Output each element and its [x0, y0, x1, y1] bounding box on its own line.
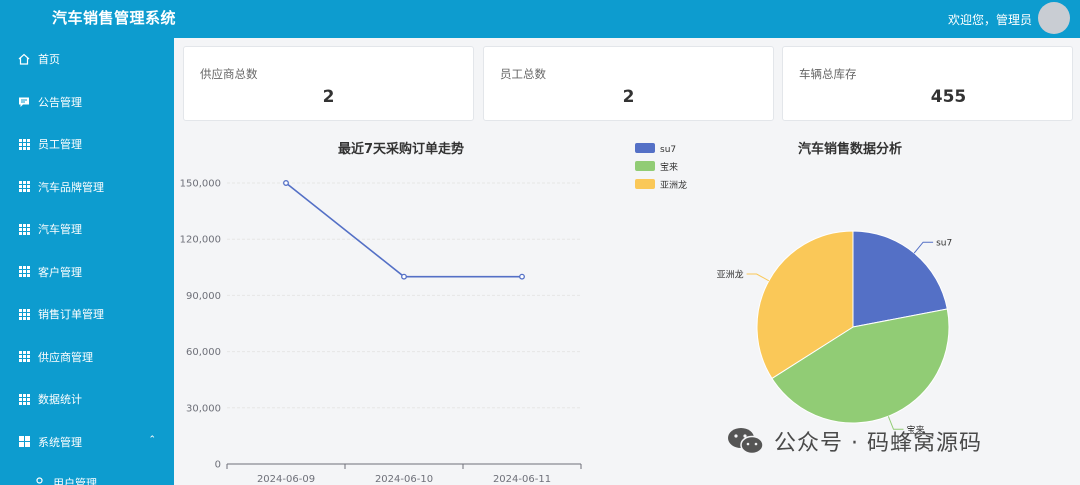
y-tick-label: 0 [215, 460, 221, 471]
grid-icon [18, 308, 30, 320]
pie-label: su7 [936, 239, 952, 249]
sidebar-item-customers[interactable]: 客户管理 [0, 251, 174, 294]
sidebar-item-label: 首页 [38, 53, 60, 67]
x-tick-label: 2024-06-09 [257, 474, 315, 485]
grid-icon [18, 393, 30, 405]
sidebar-subitem-label: 用户管理 [53, 477, 97, 485]
sidebar-item-label: 员工管理 [38, 138, 82, 152]
stat-card-inventory: 车辆总库存 455 [782, 46, 1073, 121]
grid-icon [18, 138, 30, 150]
legend-swatch [635, 179, 655, 189]
data-point [401, 273, 407, 280]
sidebar-item-car-brands[interactable]: 汽车品牌管理 [0, 166, 174, 209]
sidebar-item-home[interactable]: 首页 [0, 38, 174, 81]
sidebar-item-system[interactable]: 系统管理 ⌃ [0, 421, 174, 464]
sidebar-subitem-users[interactable]: 用户管理 [0, 463, 174, 485]
app-title: 汽车销售管理系统 [52, 9, 177, 27]
sidebar-item-announcements[interactable]: 公告管理 [0, 81, 174, 124]
y-tick-label: 120,000 [180, 235, 221, 246]
sidebar-item-label: 公告管理 [38, 95, 82, 109]
grid-icon [18, 266, 30, 278]
welcome-text: 欢迎您，管理员 [947, 13, 1032, 27]
stat-card-suppliers: 供应商总数 2 [183, 46, 474, 121]
sidebar-item-sales-orders[interactable]: 销售订单管理 [0, 293, 174, 336]
watermark: 公众号 · 码蜂窝源码 [726, 421, 982, 461]
stat-label: 车辆总库存 [799, 67, 857, 81]
pie-label-line [746, 273, 770, 282]
y-tick-label: 150,000 [180, 179, 221, 190]
sidebar-item-label: 汽车品牌管理 [38, 180, 104, 194]
legend-label: 宝来 [660, 161, 678, 173]
sidebar-item-label: 系统管理 [38, 435, 82, 449]
legend-label: su7 [660, 145, 676, 155]
y-tick-label: 90,000 [186, 291, 221, 302]
sidebar-item-label: 客户管理 [38, 265, 82, 279]
stat-value: 455 [930, 87, 967, 107]
wechat-icon [726, 426, 766, 456]
sidebar-item-label: 供应商管理 [38, 350, 93, 364]
y-tick-label: 60,000 [186, 347, 221, 358]
grid-icon [18, 181, 30, 193]
pie-label-line [913, 241, 934, 254]
sidebar-item-cars[interactable]: 汽车管理 [0, 208, 174, 251]
sidebar-item-employees[interactable]: 员工管理 [0, 123, 174, 166]
stat-value: 2 [322, 87, 335, 107]
data-point [283, 180, 289, 186]
x-tick-label: 2024-06-11 [493, 474, 551, 485]
legend-label: 亚洲龙 [660, 179, 687, 191]
grid-icon [18, 351, 30, 363]
user-icon [34, 477, 45, 485]
stat-label: 员工总数 [500, 67, 546, 81]
legend-swatch [635, 143, 655, 153]
stat-card-employees: 员工总数 2 [483, 46, 774, 121]
message-icon [18, 96, 30, 108]
grid-icon [18, 223, 30, 235]
y-tick-label: 30,000 [186, 403, 221, 414]
stat-label: 供应商总数 [200, 67, 258, 81]
watermark-text: 公众号 · 码蜂窝源码 [774, 431, 982, 456]
sidebar-item-statistics[interactable]: 数据统计 [0, 378, 174, 421]
avatar[interactable] [1038, 2, 1070, 34]
x-tick-label: 2024-06-10 [375, 474, 433, 485]
line-chart: 0 30,000 60,000 90,000 120,000 150,000 2024-06… [180, 179, 582, 485]
legend-swatch [635, 161, 655, 171]
pie-label: 亚洲龙 [717, 269, 744, 281]
stat-value: 2 [622, 87, 635, 107]
dashboard-icon [18, 436, 30, 448]
sidebar-item-label: 汽车管理 [38, 223, 82, 237]
sidebar-item-label: 销售订单管理 [38, 308, 104, 322]
home-icon [18, 53, 30, 65]
sidebar-item-suppliers[interactable]: 供应商管理 [0, 336, 174, 379]
chevron-up-icon: ⌃ [148, 434, 156, 445]
sidebar: 首页 公告管理 员工管理 汽车品牌管理 汽车管理 客户管理 销售订单管理 供应商… [0, 38, 174, 485]
sidebar-item-label: 数据统计 [38, 393, 82, 407]
data-point [519, 273, 525, 280]
top-bar: 汽车销售管理系统 欢迎您，管理员 [0, 0, 1080, 38]
series-line [285, 182, 522, 278]
